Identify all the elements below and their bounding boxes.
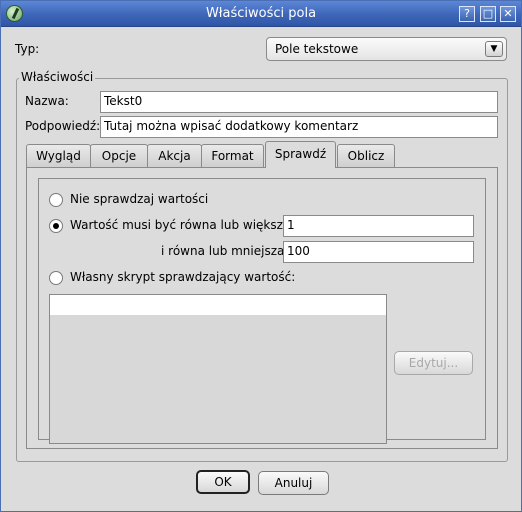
- properties-dialog: Właściwości pola ? □ ✕ Typ: Pole tekstow…: [0, 0, 522, 512]
- tab-format[interactable]: Format: [201, 144, 264, 167]
- help-button[interactable]: ?: [459, 6, 475, 22]
- custom-script-label[interactable]: Własny skrypt sprawdzający wartość:: [70, 270, 295, 284]
- edit-button[interactable]: Edytuj...: [394, 351, 473, 375]
- no-check-label[interactable]: Nie sprawdzaj wartości: [70, 192, 208, 206]
- range-max-label: i równa lub mniejsza:: [161, 244, 289, 258]
- range-radio[interactable]: [49, 219, 63, 233]
- type-label: Typ:: [15, 42, 40, 56]
- range-max-field[interactable]: 100: [283, 241, 474, 263]
- custom-script-area[interactable]: [49, 294, 387, 444]
- maximize-button[interactable]: □: [480, 6, 496, 22]
- chevron-down-icon[interactable]: ▼: [485, 41, 503, 57]
- title-bar[interactable]: Właściwości pola ? □ ✕: [1, 1, 521, 27]
- name-label: Nazwa:: [25, 94, 69, 108]
- range-min-field[interactable]: 1: [283, 215, 474, 237]
- tooltip-field[interactable]: Tutaj można wpisać dodatkowy komentarz: [100, 116, 498, 138]
- no-check-radio[interactable]: [49, 193, 63, 207]
- custom-script-radio[interactable]: [49, 271, 63, 285]
- type-combo[interactable]: Pole tekstowe ▼: [266, 37, 507, 61]
- tab-opcje[interactable]: Opcje: [90, 144, 148, 167]
- tab-oblicz[interactable]: Oblicz: [337, 144, 395, 167]
- ok-button[interactable]: OK: [196, 470, 250, 494]
- type-combo-value: Pole tekstowe: [275, 42, 359, 56]
- range-label[interactable]: Wartość musi być równa lub większa:: [70, 218, 294, 232]
- window-title: Właściwości pola: [205, 6, 317, 21]
- tab-wyglad[interactable]: Wygląd: [26, 144, 91, 167]
- cancel-button[interactable]: Anuluj: [258, 471, 329, 495]
- tooltip-label: Podpowiedź:: [25, 119, 101, 133]
- script-line[interactable]: [50, 295, 386, 315]
- tab-akcja[interactable]: Akcja: [147, 144, 202, 167]
- close-button[interactable]: ✕: [500, 6, 516, 22]
- tab-sprawdz[interactable]: Sprawdź: [265, 141, 336, 168]
- properties-group-title: Właściwości: [19, 70, 96, 84]
- name-field[interactable]: Tekst0: [100, 91, 498, 113]
